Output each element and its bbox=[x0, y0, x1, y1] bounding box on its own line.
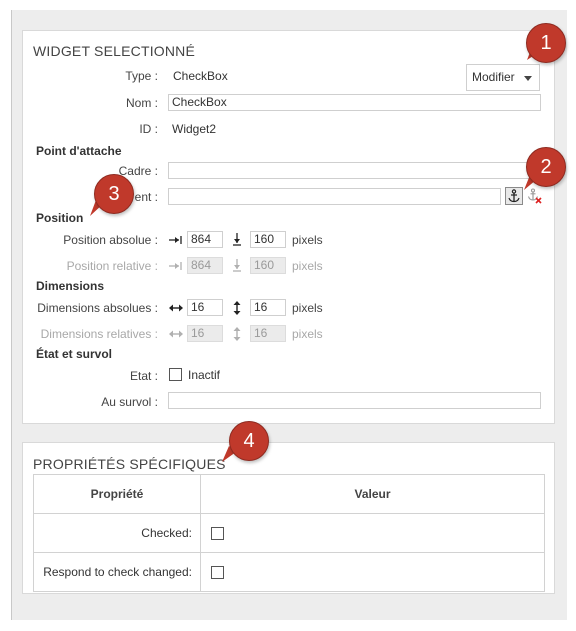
selected-widget-panel: WIDGET SELECTIONNÉ Type : CheckBox Modif… bbox=[22, 30, 555, 424]
anchor-remove-icon bbox=[527, 188, 542, 204]
arrow-right-to-line-icon bbox=[168, 232, 184, 248]
frame-label: Cadre : bbox=[118, 164, 158, 178]
rel-dimensions-unit: pixels bbox=[292, 327, 323, 341]
modify-dropdown[interactable]: Modifier bbox=[466, 64, 540, 91]
hover-label: Au survol : bbox=[101, 395, 158, 409]
property-name: Checked: bbox=[33, 513, 201, 553]
anchor-button[interactable] bbox=[505, 187, 523, 205]
arrow-right-to-line-icon bbox=[168, 258, 184, 274]
horizontal-resize-icon bbox=[168, 300, 184, 316]
type-value: CheckBox bbox=[173, 69, 228, 83]
respond-check-changed-checkbox[interactable] bbox=[211, 566, 224, 580]
specific-properties-panel: PROPRIÉTÉS SPÉCIFIQUES Propriété Valeur … bbox=[22, 442, 555, 594]
annotation-badge-1: 1 bbox=[526, 23, 566, 63]
rel-width-field: 16 bbox=[187, 325, 223, 342]
arrow-down-to-line-icon bbox=[229, 258, 245, 274]
panel-title: WIDGET SELECTIONNÉ bbox=[33, 43, 196, 59]
properties-table: Propriété Valeur Checked: Respond to che… bbox=[33, 474, 545, 592]
column-header-value: Valeur bbox=[200, 474, 545, 514]
annotation-badge-2: 2 bbox=[526, 147, 566, 187]
type-label: Type : bbox=[125, 69, 158, 83]
modify-label: Modifier bbox=[472, 70, 515, 84]
abs-width-field[interactable]: 16 bbox=[187, 299, 223, 316]
panel-title: PROPRIÉTÉS SPÉCIFIQUES bbox=[33, 456, 226, 472]
vertical-resize-icon bbox=[229, 300, 245, 316]
rel-position-y-field: 160 bbox=[250, 257, 286, 274]
abs-height-field[interactable]: 16 bbox=[250, 299, 286, 316]
abs-dimensions-unit: pixels bbox=[292, 301, 323, 315]
property-value bbox=[200, 552, 545, 592]
name-field[interactable]: CheckBox bbox=[168, 94, 541, 111]
table-row: Respond to check changed: bbox=[33, 552, 545, 592]
element-field[interactable] bbox=[168, 188, 501, 205]
state-value: Inactif bbox=[188, 368, 221, 382]
state-checkbox[interactable] bbox=[169, 368, 182, 381]
element-label: ent : bbox=[134, 190, 158, 204]
checked-checkbox[interactable] bbox=[211, 527, 224, 541]
state-label: Etat : bbox=[129, 369, 158, 383]
abs-position-x-field[interactable]: 864 bbox=[187, 231, 223, 248]
abs-position-label: Position absolue : bbox=[63, 233, 158, 247]
attach-section-title: Point d'attache bbox=[36, 144, 122, 158]
property-name: Respond to check changed: bbox=[33, 552, 201, 592]
dimensions-section-title: Dimensions bbox=[36, 279, 105, 293]
rel-position-x-field: 864 bbox=[187, 257, 223, 274]
annotation-badge-4: 4 bbox=[229, 421, 269, 461]
annotation-badge-3: 3 bbox=[94, 174, 134, 214]
chevron-down-icon bbox=[524, 76, 532, 81]
column-header-property: Propriété bbox=[33, 474, 201, 514]
rel-position-unit: pixels bbox=[292, 259, 323, 273]
abs-position-unit: pixels bbox=[292, 233, 323, 247]
rel-dimensions-label: Dimensions relatives : bbox=[40, 327, 158, 341]
abs-position-y-field[interactable]: 160 bbox=[250, 231, 286, 248]
horizontal-resize-icon bbox=[168, 326, 184, 342]
table-row: Checked: bbox=[33, 513, 545, 553]
abs-dimensions-label: Dimensions absolues : bbox=[37, 301, 158, 315]
anchor-icon bbox=[508, 189, 520, 203]
state-section-title: État et survol bbox=[36, 347, 113, 361]
rel-height-field: 16 bbox=[250, 325, 286, 342]
id-value: Widget2 bbox=[172, 122, 217, 136]
frame-field[interactable] bbox=[168, 162, 541, 179]
hover-field[interactable] bbox=[168, 392, 541, 409]
rel-position-label: Position relative : bbox=[66, 259, 158, 273]
id-label: ID : bbox=[139, 122, 158, 136]
arrow-down-to-line-icon bbox=[229, 232, 245, 248]
property-value bbox=[200, 513, 545, 553]
position-section-title: Position bbox=[36, 211, 84, 225]
vertical-resize-icon bbox=[229, 326, 245, 342]
name-label: Nom : bbox=[125, 96, 158, 110]
remove-anchor-button[interactable] bbox=[526, 187, 544, 205]
